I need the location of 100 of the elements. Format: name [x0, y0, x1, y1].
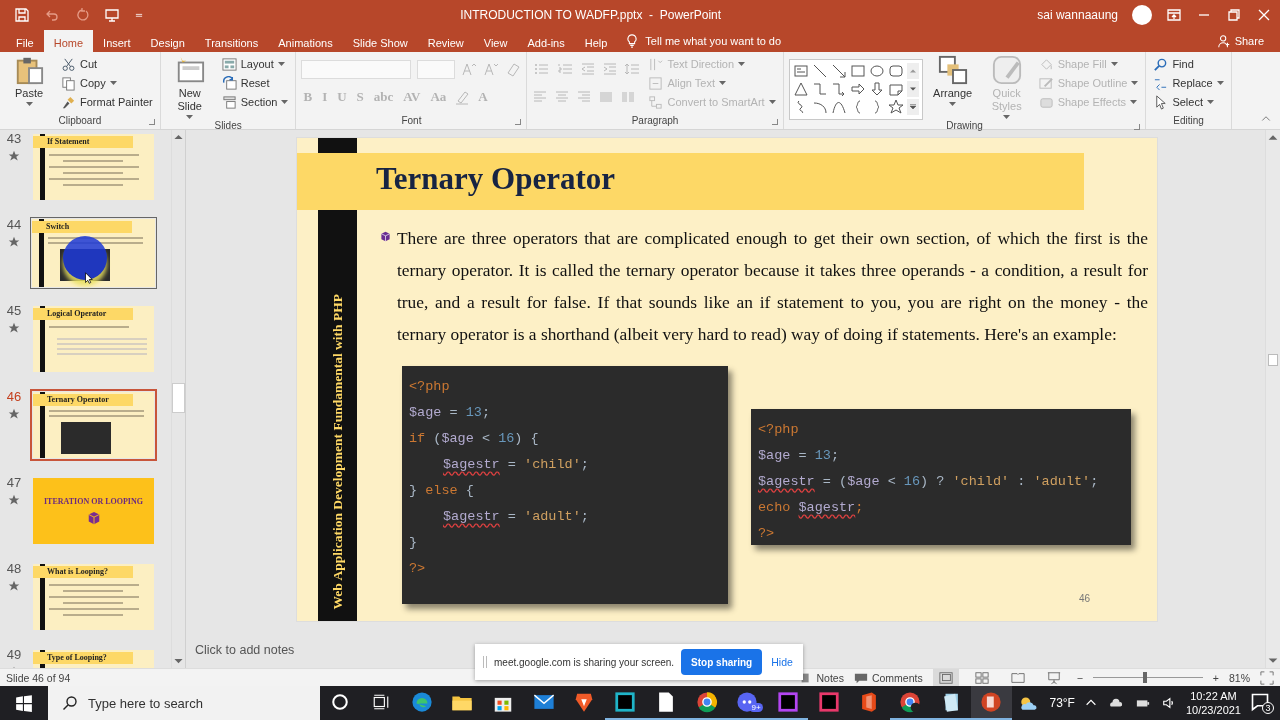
- elbow-arrow-icon[interactable]: [830, 81, 847, 97]
- presentation-icon[interactable]: [104, 7, 120, 23]
- scrollbar-thumb[interactable]: [1268, 354, 1278, 366]
- ribbon-button[interactable]: Layout: [219, 55, 291, 73]
- slide-thumbnail[interactable]: What is Looping?: [30, 561, 157, 633]
- dropdown-caret-icon: [768, 99, 776, 105]
- ide-tile-icon: [776, 691, 799, 713]
- rounded-rectangle-icon[interactable]: [887, 63, 904, 79]
- ribbon-tab[interactable]: Slide Show: [342, 30, 418, 52]
- ribbon-tab[interactable]: Design: [140, 30, 195, 52]
- slide-number: 47: [6, 475, 22, 490]
- scrollbar-thumb[interactable]: [172, 383, 185, 413]
- slide-thumbnail[interactable]: ITERATION OR LOOPING: [30, 475, 157, 547]
- comments-button[interactable]: Comments: [871, 671, 923, 684]
- right-arrow-icon[interactable]: [849, 81, 866, 97]
- arrow-icon[interactable]: [830, 63, 847, 79]
- ribbon-tab[interactable]: Add-ins: [517, 30, 575, 52]
- dialog-launcher-icon[interactable]: [148, 119, 155, 125]
- notes-button[interactable]: Notes: [816, 671, 844, 684]
- redo-icon[interactable]: [74, 7, 90, 23]
- ribbon-button[interactable]: Paste: [5, 55, 53, 115]
- share-person-icon[interactable]: [1216, 34, 1231, 48]
- drag-handle[interactable]: [483, 656, 487, 668]
- taskbar-button[interactable]: 9+: [726, 686, 768, 720]
- star-icon[interactable]: [887, 99, 904, 115]
- ide-tile-icon: [614, 691, 637, 713]
- notes-field[interactable]: Click to add notes: [195, 643, 295, 657]
- ribbon-tab[interactable]: Help: [574, 30, 618, 52]
- zoom-out-button[interactable]: −: [1076, 671, 1083, 684]
- ribbon-button[interactable]: Section: [219, 93, 291, 111]
- slide-thumbnail[interactable]: Type of Looping?: [30, 647, 157, 668]
- folded-shape-icon[interactable]: [887, 81, 904, 97]
- ribbon-tab[interactable]: File: [6, 30, 44, 52]
- ribbon-button[interactable]: Copy: [59, 74, 155, 92]
- taskbar-button[interactable]: [971, 686, 1012, 720]
- dropdown-caret-icon: [109, 80, 117, 86]
- save-icon[interactable]: [14, 7, 30, 23]
- ribbon-tab[interactable]: Home: [43, 30, 94, 52]
- shapes-gallery[interactable]: [788, 59, 923, 120]
- paint-bucket-icon: [1038, 56, 1054, 72]
- dropdown-caret-icon: [281, 99, 289, 105]
- ribbon-tab[interactable]: Insert: [93, 30, 141, 52]
- normal-view-icon[interactable]: [938, 670, 953, 685]
- ribbon-tab[interactable]: Review: [417, 30, 474, 52]
- share-button[interactable]: Share: [1234, 35, 1264, 47]
- fit-slide-icon[interactable]: [1260, 670, 1274, 685]
- scroll-up-icon[interactable]: [908, 67, 917, 75]
- ribbon-tab[interactable]: Animations: [268, 30, 343, 52]
- slide-thumbnail[interactable]: Logical Operator: [30, 303, 157, 375]
- ribbon-button[interactable]: Find: [1151, 55, 1226, 73]
- clipboard-icon: [14, 55, 44, 85]
- search-circle-icon[interactable]: [331, 693, 350, 711]
- hide-button[interactable]: Hide: [769, 656, 795, 668]
- task-view-icon[interactable]: [372, 693, 391, 711]
- zoom-slider-thumb[interactable]: [1143, 672, 1148, 683]
- taskbar-search-field[interactable]: Type here to search: [48, 686, 320, 720]
- scroll-down-icon[interactable]: [908, 85, 917, 93]
- dialog-launcher-icon[interactable]: [771, 119, 778, 125]
- oval-icon[interactable]: [868, 63, 885, 79]
- line-icon[interactable]: [811, 63, 828, 79]
- star-icon: [8, 322, 20, 334]
- ribbon-tab[interactable]: View: [473, 30, 518, 52]
- ribbon-button[interactable]: New Slide: [165, 55, 214, 120]
- reading-view-icon[interactable]: [1010, 670, 1025, 685]
- lightbulb-icon[interactable]: [625, 34, 640, 48]
- slide-number: 45: [6, 303, 22, 318]
- temperature[interactable]: 73°F: [1049, 696, 1075, 710]
- clock[interactable]: 10:22 AM 10/23/2021: [1185, 689, 1241, 717]
- slide-thumbnail[interactable]: If Statement: [30, 131, 157, 203]
- slide-sorter-icon[interactable]: [974, 670, 989, 685]
- more-icon[interactable]: [908, 103, 917, 111]
- ribbon-button[interactable]: Arrange: [928, 55, 977, 120]
- ribbon-button[interactable]: Format Painter: [59, 93, 155, 111]
- dropdown-caret-icon: [1129, 99, 1137, 105]
- ribbon-tab[interactable]: Transitions: [194, 30, 269, 52]
- stop-sharing-button[interactable]: Stop sharing: [681, 649, 763, 675]
- tell-me-field[interactable]: Tell me what you want to do: [645, 35, 782, 47]
- curve-icon[interactable]: [830, 99, 847, 115]
- thumbnail-title: Type of Looping?: [47, 653, 107, 662]
- close-icon[interactable]: [1256, 7, 1272, 23]
- notification-center-icon[interactable]: [1250, 692, 1270, 712]
- windows-logo-icon[interactable]: [15, 694, 33, 712]
- user-name: sai wannaaung: [1037, 8, 1118, 22]
- arc-icon[interactable]: [811, 99, 828, 115]
- zoom-level[interactable]: 81%: [1229, 671, 1250, 684]
- dialog-launcher-icon[interactable]: [515, 119, 522, 125]
- slide-thumbnail[interactable]: Ternary Operator: [30, 389, 157, 461]
- ribbon-button[interactable]: Cut: [59, 55, 155, 73]
- ribbon-display-icon[interactable]: [1166, 7, 1182, 23]
- ribbon-button[interactable]: Reset: [219, 74, 291, 92]
- ribbon-button[interactable]: Replace: [1151, 74, 1226, 92]
- slide-show-icon[interactable]: [1046, 670, 1061, 685]
- code-line: $agestr = 'child';: [443, 456, 589, 474]
- code-line: ?>: [758, 525, 775, 543]
- code-line: $agestr = ($age < 16) ? 'child' : 'adult';: [758, 473, 1099, 491]
- restore-icon[interactable]: [1226, 7, 1242, 23]
- ribbon-button[interactable]: Select: [1151, 93, 1226, 111]
- avatar[interactable]: [1132, 5, 1152, 25]
- triangle-icon[interactable]: [792, 81, 809, 97]
- zoom-in-button[interactable]: +: [1212, 671, 1219, 684]
